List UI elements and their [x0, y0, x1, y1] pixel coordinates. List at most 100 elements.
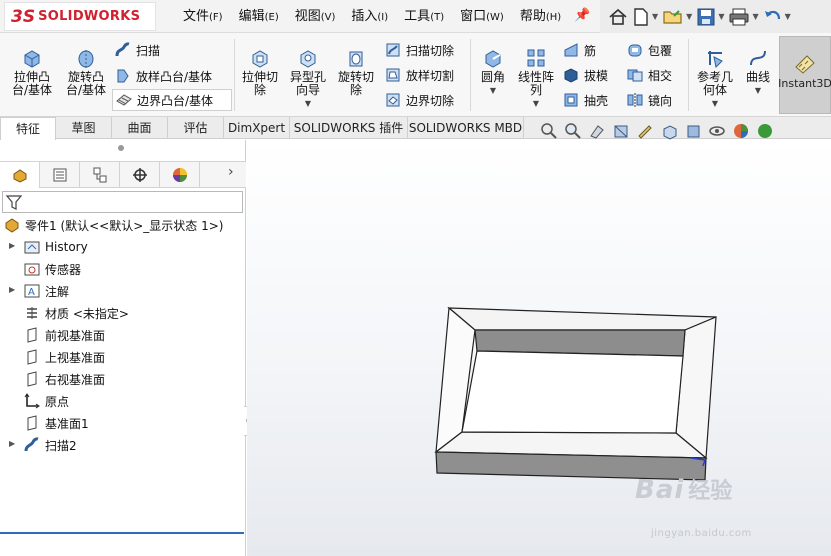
- menu-file[interactable]: 文件(F): [175, 0, 231, 33]
- tree-item-right-plane[interactable]: 右视基准面: [24, 369, 105, 389]
- ds-logo-mark: 3S: [11, 6, 36, 27]
- rollback-bar[interactable]: [0, 532, 244, 534]
- chevron-down-icon[interactable]: ▼: [490, 86, 496, 95]
- chevron-down-icon[interactable]: ▼: [718, 12, 724, 21]
- tree-item-sensors[interactable]: 传感器: [24, 259, 81, 279]
- tree-item-annotations[interactable]: ▶ A 注解: [9, 281, 69, 301]
- wrap-button[interactable]: 包覆: [626, 39, 672, 61]
- tab-dimxpert[interactable]: DimXpert: [224, 117, 290, 139]
- reference-geometry-button[interactable]: 参考几 何体 ▼: [694, 33, 736, 108]
- menu-insert[interactable]: 插入(I): [343, 0, 396, 33]
- home-icon[interactable]: [608, 7, 628, 27]
- chevron-down-icon[interactable]: ▼: [533, 99, 539, 108]
- tab-features[interactable]: 特征: [0, 117, 56, 140]
- chevron-down-icon[interactable]: ▼: [712, 99, 718, 108]
- loft-boss-button[interactable]: 放样凸台/基体: [114, 65, 212, 87]
- chevron-down-icon[interactable]: ▼: [755, 86, 761, 95]
- undo-icon[interactable]: ▼: [763, 7, 791, 27]
- menu-edit[interactable]: 编辑(E): [231, 0, 287, 33]
- sensors-icon: [24, 263, 40, 276]
- tree-item-top-plane[interactable]: 上视基准面: [24, 347, 105, 367]
- instant3d-button[interactable]: Instant3D: [778, 36, 831, 114]
- chevron-down-icon[interactable]: ▼: [305, 99, 311, 108]
- section-view-icon[interactable]: [612, 122, 630, 140]
- draft-button[interactable]: 拔模: [562, 64, 608, 86]
- sweep-cut-button[interactable]: 扫描切除: [384, 39, 454, 61]
- boundary-boss-button[interactable]: 边界凸台/基体: [112, 89, 232, 111]
- pin-menu-icon[interactable]: 📌: [574, 8, 590, 23]
- tree-item-material[interactable]: 材质 <未指定>: [24, 303, 129, 323]
- chevron-down-icon[interactable]: ▼: [686, 12, 692, 21]
- display-style-icon[interactable]: [684, 122, 702, 140]
- tab-property-manager[interactable]: [40, 162, 80, 188]
- chevron-right-icon[interactable]: ▶: [9, 285, 15, 294]
- tree-item-history[interactable]: ▶ History: [9, 237, 88, 257]
- mirror-button[interactable]: 镜向: [626, 89, 672, 111]
- dynamic-annotation-icon[interactable]: [636, 122, 654, 140]
- rib-button[interactable]: 筋: [562, 39, 596, 61]
- linear-pattern-button[interactable]: 线性阵 列 ▼: [514, 33, 558, 108]
- tab-sketch[interactable]: 草图: [56, 117, 112, 139]
- loft-cut-button[interactable]: 放样切割: [384, 64, 454, 86]
- chevron-down-icon[interactable]: ▼: [752, 12, 758, 21]
- panel-drag-handle[interactable]: [118, 145, 124, 151]
- extrude-cut-button[interactable]: 拉伸切 除: [238, 33, 282, 97]
- menu-tools[interactable]: 工具(T): [396, 0, 452, 33]
- tree-item-sweep2[interactable]: ▶ 扫描2: [9, 435, 77, 455]
- tree-item-origin[interactable]: 原点: [24, 391, 69, 411]
- menu-window[interactable]: 窗口(W): [452, 0, 512, 33]
- tab-evaluate[interactable]: 评估: [168, 117, 224, 139]
- origin-icon: [24, 393, 40, 409]
- sweep-button[interactable]: 扫描: [114, 39, 160, 61]
- shell-button[interactable]: 抽壳: [562, 89, 608, 111]
- plane-icon: [27, 349, 37, 365]
- hide-show-items-icon[interactable]: [708, 122, 726, 140]
- tree-filter-input[interactable]: [2, 191, 243, 213]
- open-folder-icon[interactable]: ▼: [662, 7, 692, 27]
- tab-solidworks-mbd[interactable]: SOLIDWORKS MBD: [408, 117, 524, 139]
- curves-button[interactable]: 曲线 ▼: [740, 33, 776, 95]
- save-icon[interactable]: ▼: [696, 7, 724, 27]
- boundary-cut-button[interactable]: 边界切除: [384, 89, 454, 111]
- property-manager-icon: [53, 168, 66, 182]
- previous-view-icon[interactable]: [588, 122, 606, 140]
- revolve-cut-button[interactable]: 旋转切 除: [334, 33, 378, 97]
- menu-view[interactable]: 视图(V): [287, 0, 344, 33]
- tab-surfaces[interactable]: 曲面: [112, 117, 168, 139]
- tree-root-part[interactable]: 零件1 (默认<<默认>_显示状态 1>): [4, 215, 223, 235]
- title-bar: 3S SOLIDWORKS 文件(F) 编辑(E) 视图(V) 插入(I) 工具…: [0, 0, 831, 33]
- revolve-boss-button[interactable]: 旋转凸 台/基体: [60, 33, 112, 97]
- chevron-right-icon[interactable]: ›: [228, 164, 234, 180]
- view-orientation-icon[interactable]: [660, 122, 678, 140]
- instant3d-icon: [795, 55, 815, 74]
- tab-feature-manager[interactable]: [0, 162, 40, 188]
- graphics-viewport[interactable]: Bai 经验 jingyan.baidu.com: [247, 140, 831, 556]
- apply-scene-icon[interactable]: [756, 122, 774, 140]
- tab-configuration-manager[interactable]: [80, 162, 120, 188]
- solidworks-logo[interactable]: 3S SOLIDWORKS: [4, 2, 156, 31]
- tab-dimxpert-manager[interactable]: [120, 162, 160, 188]
- quick-access-toolbar: ▼ ▼ ▼ ▼ ▼: [600, 0, 831, 33]
- intersect-button[interactable]: 相交: [626, 64, 672, 86]
- menu-help[interactable]: 帮助(H): [512, 0, 569, 33]
- feature-manager-panel: › 零件1 (默认<<默认>_显示状态 1>) ▶ History 传感器 ▶ …: [0, 140, 246, 556]
- fillet-button[interactable]: 圆角 ▼: [474, 33, 512, 95]
- print-icon[interactable]: ▼: [728, 7, 759, 27]
- chevron-right-icon[interactable]: ▶: [9, 241, 15, 250]
- chevron-down-icon[interactable]: ▼: [785, 12, 791, 21]
- frame-model[interactable]: [247, 140, 831, 556]
- tab-solidworks-addins[interactable]: SOLIDWORKS 插件: [290, 117, 408, 139]
- zoom-to-fit-icon[interactable]: [540, 122, 558, 140]
- hole-wizard-button[interactable]: 异型孔 向导 ▼: [286, 33, 330, 108]
- tab-display-manager[interactable]: [160, 162, 200, 188]
- edit-appearance-icon[interactable]: [732, 122, 750, 140]
- tree-item-plane1[interactable]: 基准面1: [24, 413, 89, 433]
- revolve-boss-icon: [78, 50, 94, 68]
- extrude-boss-button[interactable]: 拉伸凸 台/基体: [6, 33, 58, 97]
- chevron-down-icon[interactable]: ▼: [652, 12, 658, 21]
- tree-item-front-plane[interactable]: 前视基准面: [24, 325, 105, 345]
- part-icon: [5, 218, 19, 233]
- chevron-right-icon[interactable]: ▶: [9, 439, 15, 448]
- new-document-icon[interactable]: ▼: [632, 7, 658, 27]
- zoom-to-area-icon[interactable]: [564, 122, 582, 140]
